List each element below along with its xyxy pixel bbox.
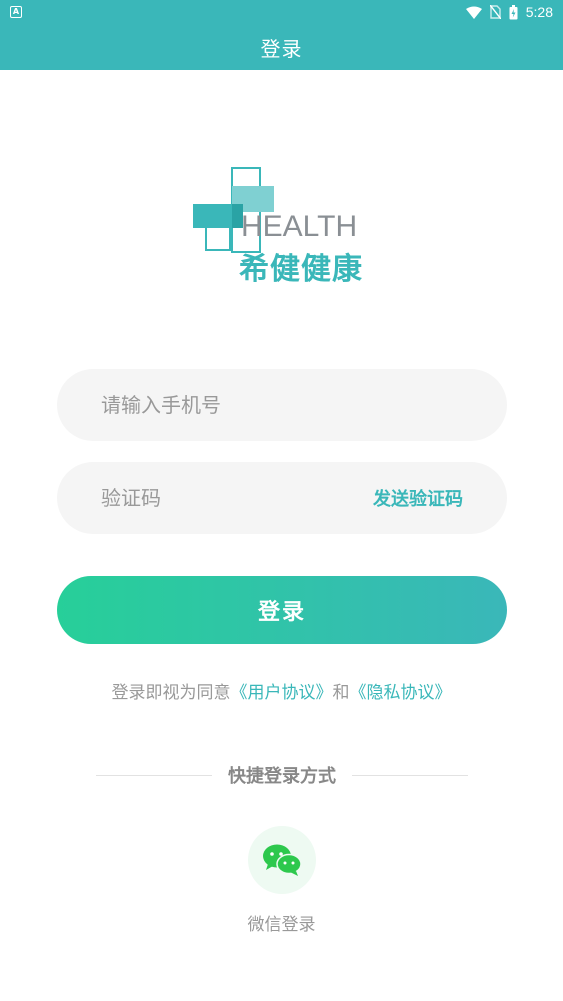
agreement-prefix: 登录即视为同意 [111, 683, 231, 703]
wifi-icon [465, 6, 482, 19]
verification-code-input[interactable] [101, 486, 373, 510]
privacy-policy-link[interactable]: 《隐私协议》 [350, 683, 452, 703]
agreement-text: 登录即视为同意《用户协议》和《隐私协议》 [0, 678, 563, 703]
user-agreement-link[interactable]: 《用户协议》 [231, 683, 333, 703]
battery-charging-icon [509, 4, 518, 19]
wechat-login-button[interactable] [248, 826, 316, 894]
no-sim-icon [489, 5, 501, 19]
status-right: 5:28 [465, 4, 553, 20]
app-logo: HEALTH 希健健康 [192, 166, 372, 287]
status-left: A [10, 6, 22, 18]
quick-login-title: 快捷登录方式 [228, 766, 336, 787]
wechat-login-label: 微信登录 [247, 915, 316, 935]
status-time: 5:28 [525, 4, 553, 20]
wechat-icon [263, 844, 302, 876]
agreement-and: 和 [332, 683, 350, 703]
logo-chinese-name: 希健健康 [239, 252, 363, 287]
status-bar: A 5:28 [0, 0, 563, 24]
logo-word: HEALTH [241, 210, 358, 243]
page-title: 登录 [260, 36, 303, 61]
phone-input[interactable] [101, 393, 463, 417]
phone-field[interactable] [57, 369, 507, 441]
quick-login-divider: 快捷登录方式 [96, 762, 468, 788]
login-button[interactable]: 登录 [57, 576, 507, 644]
divider-line-left [96, 774, 212, 776]
title-bar: 登录 [0, 24, 563, 70]
divider-line-right [352, 774, 468, 776]
code-field[interactable]: 发送验证码 [57, 462, 507, 534]
send-code-button[interactable]: 发送验证码 [373, 485, 463, 511]
app-notification-icon: A [10, 6, 22, 18]
